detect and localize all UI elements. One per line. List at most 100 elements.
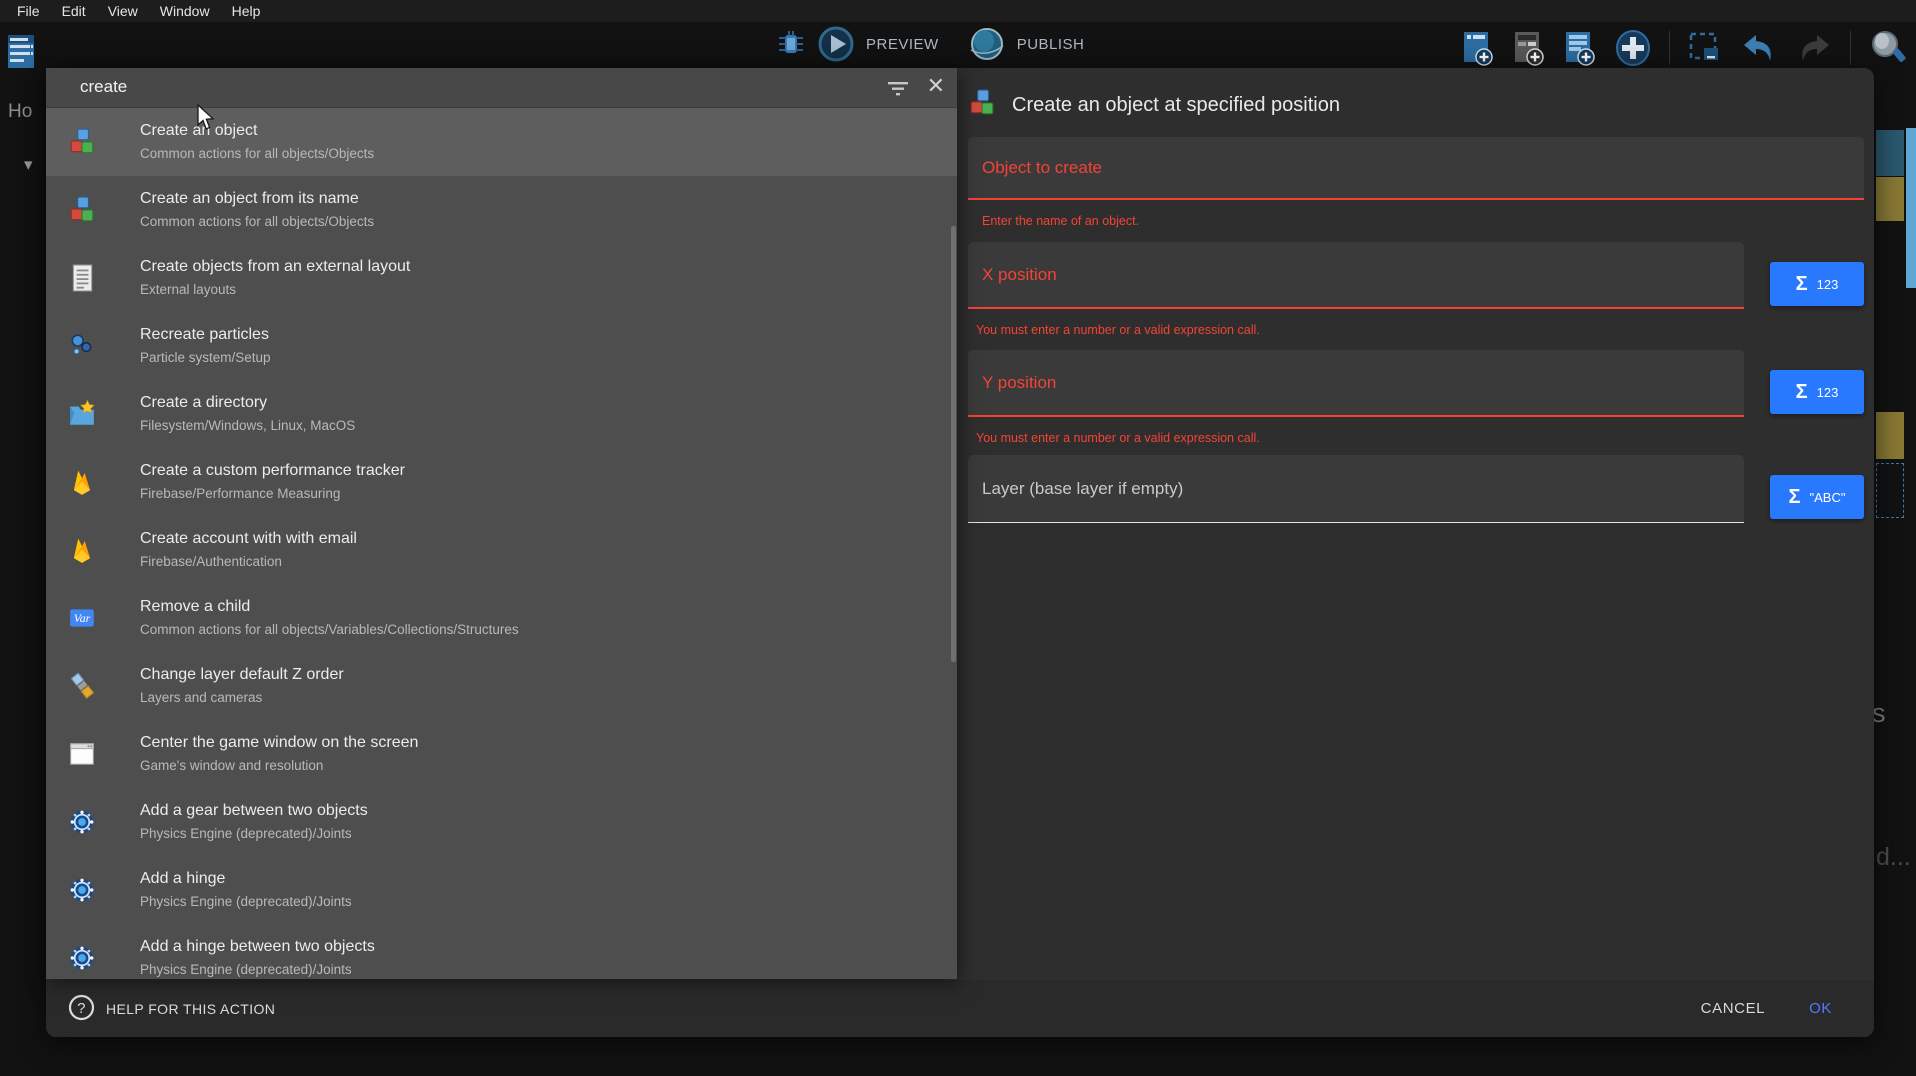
menu-item-window[interactable]: Window — [149, 3, 221, 19]
result-group-path: Layers and cameras — [140, 690, 344, 705]
preview-play-icon[interactable] — [818, 26, 854, 62]
sigma-icon: Σ — [1796, 382, 1808, 402]
result-group-path: Firebase/Authentication — [140, 554, 357, 569]
debugger-icon[interactable] — [776, 27, 806, 61]
x-position-label: X position — [982, 265, 1057, 285]
project-manager-icon[interactable] — [6, 32, 38, 70]
layer-label: Layer (base layer if empty) — [982, 479, 1183, 499]
menu-item-file[interactable]: File — [6, 3, 51, 19]
physics-joint-icon — [68, 808, 96, 836]
result-group-path: Common actions for all objects/Objects — [140, 214, 374, 229]
search-result-item[interactable]: Add a hinge Physics Engine (deprecated)/… — [46, 856, 957, 924]
filter-icon[interactable] — [886, 77, 910, 104]
chevron-down-icon[interactable]: ▾ — [24, 155, 33, 175]
result-group-path: Physics Engine (deprecated)/Joints — [140, 826, 368, 841]
result-title: Create account with with email — [140, 530, 357, 548]
add-scene-icon[interactable] — [1461, 30, 1495, 66]
add-external-events-icon[interactable] — [1512, 30, 1546, 66]
y-expression-button[interactable]: Σ 123 — [1770, 370, 1864, 414]
background-event-block-gold — [1876, 412, 1904, 459]
result-title: Add a gear between two objects — [140, 802, 368, 820]
search-input[interactable]: create — [80, 77, 127, 97]
preview-button[interactable]: PREVIEW — [866, 36, 939, 53]
search-result-item[interactable]: Center the game window on the screen Gam… — [46, 720, 957, 788]
search-result-item[interactable]: Create account with with email Firebase/… — [46, 516, 957, 584]
layer-expression-button[interactable]: Σ "ABC" — [1770, 475, 1864, 519]
search-result-item[interactable]: Add a hinge between two objects Physics … — [46, 924, 957, 979]
main-toolbar: PREVIEW PUBLISH — [0, 22, 1916, 70]
result-title: Create an object — [140, 122, 374, 140]
sigma-icon: Σ — [1789, 487, 1801, 507]
dialog-footer: ? HELP FOR THIS ACTION CANCEL OK — [46, 980, 1874, 1037]
result-group-path: Firebase/Performance Measuring — [140, 486, 405, 501]
background-edge-text: d... — [1876, 843, 1911, 872]
result-title: Change layer default Z order — [140, 666, 344, 684]
publish-globe-icon[interactable] — [969, 26, 1005, 62]
x-expression-button[interactable]: Σ 123 — [1770, 262, 1864, 306]
result-title: Center the game window on the screen — [140, 734, 418, 752]
firebase-flame-icon — [68, 536, 96, 564]
undo-icon[interactable] — [1740, 31, 1778, 65]
search-result-item[interactable]: Create an object Common actions for all … — [46, 108, 957, 176]
game-window-icon — [68, 740, 96, 768]
layer-field[interactable]: Layer (base layer if empty) — [968, 455, 1744, 523]
y-position-label: Y position — [982, 373, 1056, 393]
add-resource-icon[interactable] — [1614, 29, 1652, 67]
result-title: Add a hinge — [140, 870, 352, 888]
object-to-create-field[interactable]: Object to create — [968, 137, 1864, 200]
search-result-item[interactable]: Create objects from an external layout E… — [46, 244, 957, 312]
help-for-this-action-button[interactable]: ? HELP FOR THIS ACTION — [68, 994, 275, 1024]
physics-joint-icon — [68, 944, 96, 972]
firebase-flame-icon — [68, 468, 96, 496]
search-icon[interactable] — [1868, 28, 1906, 68]
search-result-item[interactable]: Add a gear between two objects Physics E… — [46, 788, 957, 856]
home-tab-label[interactable]: Ho — [8, 101, 32, 123]
objects-cubes-icon — [68, 128, 96, 156]
result-group-path: Filesystem/Windows, Linux, MacOS — [140, 418, 355, 433]
physics-joint-icon — [68, 876, 96, 904]
results-scrollbar-thumb[interactable] — [951, 226, 956, 662]
svg-text:Var: Var — [74, 611, 91, 625]
search-result-item[interactable]: Create a custom performance tracker Fire… — [46, 448, 957, 516]
sigma-icon: Σ — [1796, 274, 1808, 294]
search-result-item[interactable]: Change layer default Z order Layers and … — [46, 652, 957, 720]
search-result-item[interactable]: Var Remove a child Common actions for al… — [46, 584, 957, 652]
menu-item-edit[interactable]: Edit — [51, 3, 97, 19]
cancel-button[interactable]: CANCEL — [1701, 1000, 1765, 1017]
y-position-field[interactable]: Y position — [968, 350, 1744, 417]
z-order-icon — [68, 672, 96, 700]
background-drop-indicator — [1876, 463, 1904, 518]
result-title: Create a custom performance tracker — [140, 462, 405, 480]
search-result-item[interactable]: Create a directory Filesystem/Windows, L… — [46, 380, 957, 448]
search-result-item[interactable]: Create an object from its name Common ac… — [46, 176, 957, 244]
menu-item-view[interactable]: View — [97, 3, 149, 19]
result-group-path: Common actions for all objects/Variables… — [140, 622, 519, 637]
search-header: create ✕ — [46, 68, 957, 108]
folder-star-icon — [68, 400, 96, 428]
external-layout-icon — [68, 264, 96, 292]
result-group-path: Game's window and resolution — [140, 758, 418, 773]
search-result-item[interactable]: Recreate particles Particle system/Setup — [46, 312, 957, 380]
background-edge-text: s — [1872, 698, 1886, 729]
instruction-search-panel: create ✕ Create an object Common actions… — [46, 68, 957, 979]
x-position-field[interactable]: X position — [968, 242, 1744, 309]
dialog-header: Create an object at specified position — [968, 88, 1340, 123]
result-group-path: Particle system/Setup — [140, 350, 271, 365]
edit-selection-icon[interactable] — [1687, 30, 1723, 66]
objects-cubes-icon — [68, 196, 96, 224]
toolbar-divider — [1850, 31, 1851, 65]
result-title: Create a directory — [140, 394, 355, 412]
object-to-create-label: Object to create — [982, 158, 1102, 178]
publish-button[interactable]: PUBLISH — [1017, 36, 1085, 53]
help-circle-icon: ? — [68, 994, 95, 1024]
result-title: Recreate particles — [140, 326, 271, 344]
result-title: Remove a child — [140, 598, 519, 616]
menu-item-help[interactable]: Help — [221, 3, 272, 19]
background-scrollbar-thumb[interactable] — [1906, 128, 1916, 288]
x-position-error-text: You must enter a number or a valid expre… — [976, 323, 1260, 337]
ok-button[interactable]: OK — [1809, 1000, 1832, 1017]
add-external-layout-icon[interactable] — [1563, 30, 1597, 66]
redo-icon[interactable] — [1795, 31, 1833, 65]
close-icon[interactable]: ✕ — [927, 75, 945, 97]
search-results-list: Create an object Common actions for all … — [46, 108, 957, 979]
